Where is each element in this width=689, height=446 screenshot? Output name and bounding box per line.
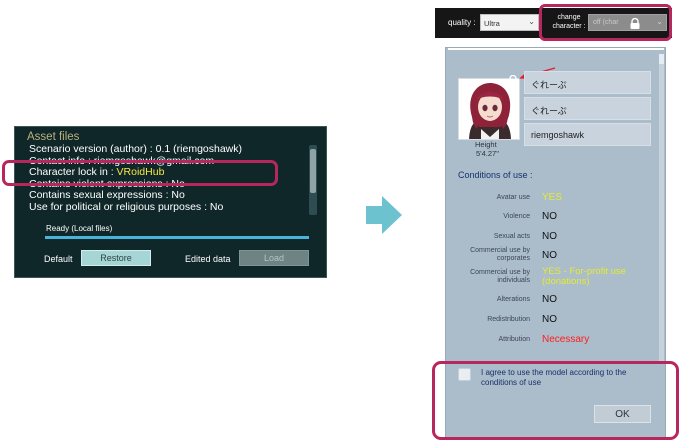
- condition-label-redistribution: Redistribution: [487, 316, 530, 323]
- condition-value-redistribution: NO: [542, 314, 557, 325]
- arrow-right-icon: [366, 196, 402, 234]
- character-lock-highlight: [2, 160, 278, 186]
- condition-value-attribution: Necessary: [542, 334, 590, 345]
- dialog-scroll-thumb[interactable]: [659, 54, 664, 64]
- asset-files-title: Asset files: [27, 131, 80, 143]
- default-label: Default: [44, 254, 73, 264]
- asset-files-panel: Asset files Scenario version (author) : …: [14, 126, 327, 278]
- condition-value-violence: NO: [542, 211, 557, 222]
- load-progress-fill: [45, 236, 309, 239]
- condition-label-attribution: Attribution: [498, 336, 530, 343]
- load-button[interactable]: Load: [239, 250, 309, 266]
- quality-value: Ultra: [484, 19, 500, 28]
- condition-label-avatar-use: Avatar use: [496, 194, 530, 201]
- condition-label-alterations: Alterations: [496, 296, 530, 303]
- condition-value-sexual-acts: NO: [542, 231, 557, 242]
- asset-row-political: Use for political or religious purposes …: [29, 200, 224, 213]
- avatar-portrait: [459, 79, 519, 139]
- load-status: Ready (Local files): [46, 224, 113, 233]
- condition-label-violence: Violence: [503, 213, 530, 220]
- quality-dropdown[interactable]: Ultra ⌄: [480, 14, 539, 31]
- dialog-scrollbar[interactable]: [659, 54, 664, 364]
- avatar-thumbnail: [458, 78, 520, 140]
- conditions-title: Conditions of use :: [458, 170, 533, 180]
- quality-label: quality :: [448, 18, 476, 27]
- dialog-top-line: [448, 48, 664, 50]
- condition-value-commercial-individuals: YES - For-profit use (donations): [542, 266, 626, 287]
- asset-list-scrollbar[interactable]: [309, 145, 317, 215]
- condition-label-commercial-individuals: Commercial use by individuals: [470, 269, 530, 284]
- chevron-down-icon: ⌄: [528, 17, 535, 26]
- agree-highlight: [432, 361, 679, 440]
- edited-data-label: Edited data: [185, 254, 231, 264]
- load-progress-bar: [45, 236, 309, 239]
- name-field-2: ぐれーぷ: [524, 97, 651, 120]
- condition-label-sexual-acts: Sexual acts: [493, 233, 530, 240]
- change-character-highlight: [539, 4, 672, 41]
- height-label: Height: [475, 140, 497, 149]
- asset-scroll-thumb[interactable]: [310, 149, 316, 193]
- height-value: 5'4.27": [476, 149, 499, 158]
- author-field: riemgoshawk: [524, 123, 651, 146]
- condition-value-alterations: NO: [542, 294, 557, 305]
- name-field-1: ぐれーぷ: [524, 71, 651, 94]
- restore-button[interactable]: Restore: [81, 250, 151, 266]
- condition-value-avatar-use: YES: [542, 192, 563, 203]
- condition-label-commercial-corporates: Commercial use by corporates: [470, 247, 530, 262]
- condition-value-commercial-corporates: NO: [542, 250, 557, 261]
